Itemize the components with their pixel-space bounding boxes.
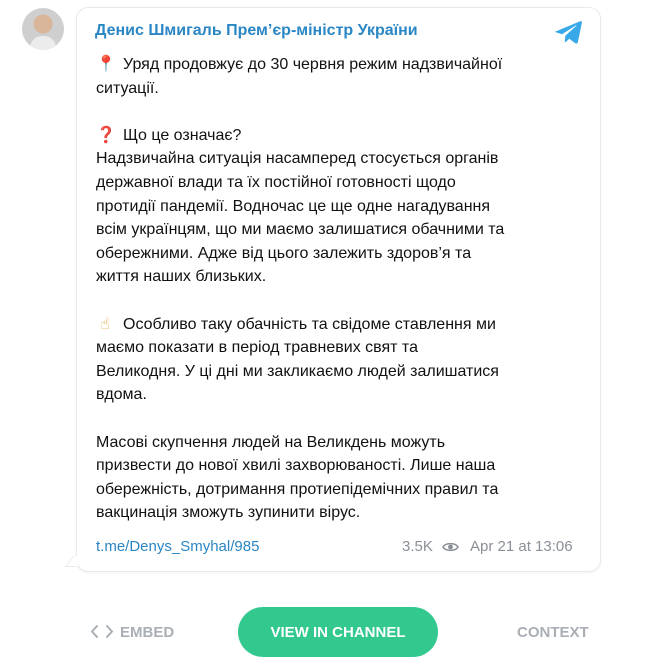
- text-line: Особливо таку обачність та свідоме ставл…: [123, 315, 496, 333]
- view-count: 3.5K: [402, 538, 433, 555]
- telegram-icon[interactable]: [553, 19, 583, 46]
- paragraph-1: 📍 Уряд продовжує до 30 червня режим надзв…: [96, 53, 588, 100]
- text-line: обережність, дотримання протиепідемічних…: [96, 480, 499, 498]
- text-line: Великодня. У ці дні ми закликаємо людей …: [96, 362, 499, 380]
- message-footer: t.me/Denys_Smyhal/985 3.5K Apr 21 at 13:…: [96, 538, 582, 558]
- text-line: Що це означає?: [123, 126, 242, 144]
- text-line: обережними. Адже від цього залежить здор…: [96, 244, 472, 262]
- text-line: державної влади та їх постійної готовнос…: [96, 173, 456, 191]
- text-line: протидії пандемії. Водночас це ще одне н…: [96, 197, 491, 215]
- embed-button[interactable]: EMBED: [90, 624, 174, 641]
- context-button[interactable]: CONTEXT: [517, 624, 589, 641]
- text-line: ситуації.: [96, 79, 159, 97]
- text-line: вдома.: [96, 386, 147, 404]
- paragraph-4: Масові скупчення людей на Великдень можу…: [96, 431, 588, 525]
- text-line: життя наших близьких.: [96, 268, 267, 286]
- post-date[interactable]: Apr 21 at 13:06: [470, 538, 573, 555]
- pointing-up-icon: ☝: [100, 315, 110, 333]
- avatar[interactable]: [22, 8, 64, 50]
- text-line: призвести до нової хвилі захворюваності.…: [96, 457, 496, 475]
- eye-icon: [442, 542, 459, 552]
- paragraph-3: ☝ Особливо таку обачність та свідоме став…: [96, 313, 588, 407]
- text-line: вакцинація зможуть зупинити вірус.: [96, 504, 361, 522]
- paragraph-2: ❓ Що це означає? Надзвичайна ситуація нас…: [96, 124, 588, 289]
- author-name[interactable]: Денис Шмигаль Прем’єр-міністр України: [95, 22, 418, 40]
- text-line: всім українцям, що ми маємо залишатися о…: [96, 221, 505, 239]
- view-in-channel-button[interactable]: VIEW IN CHANNEL: [238, 607, 438, 657]
- text-line: маємо показати в період травневих свят т…: [96, 339, 418, 357]
- text-line: Масові скупчення людей на Великдень можу…: [96, 433, 446, 451]
- embed-label: EMBED: [120, 624, 175, 641]
- question-mark-icon: ❓: [96, 126, 116, 144]
- round-pushpin-icon: 📍: [96, 56, 116, 73]
- post-text: 📍 Уряд продовжує до 30 червня режим надзв…: [96, 53, 588, 525]
- post-link[interactable]: t.me/Denys_Smyhal/985: [96, 538, 259, 555]
- code-icon: [91, 625, 113, 638]
- text-line: Уряд продовжує до 30 червня режим надзви…: [123, 56, 503, 73]
- text-line: Надзвичайна ситуація насамперед стосуєть…: [96, 150, 499, 168]
